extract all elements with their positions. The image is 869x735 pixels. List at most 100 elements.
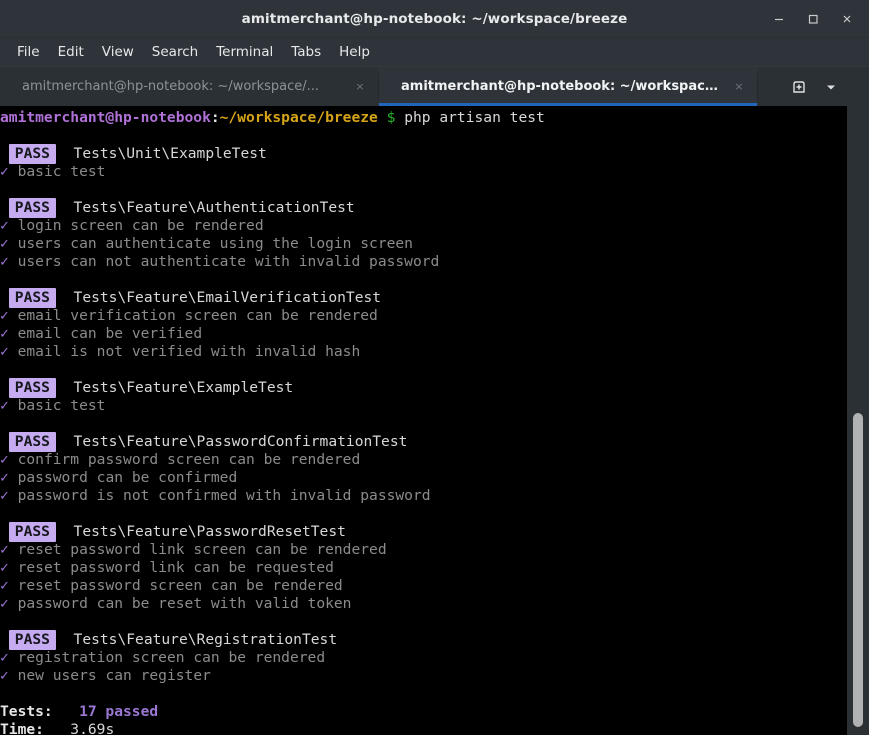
summary-label: Tests: [0, 703, 53, 720]
check-icon: ✓ [0, 253, 9, 270]
prompt-path: ~/workspace/breeze [219, 109, 378, 126]
summary-row: Tests: 17 passed [0, 703, 869, 721]
check-icon: ✓ [0, 217, 9, 234]
close-icon [843, 15, 851, 22]
terminal-scrollbar[interactable] [847, 106, 869, 735]
test-description: email can be verified [17, 325, 203, 342]
test-description: email verification screen can be rendere… [17, 307, 378, 324]
test-suite-name: Tests\Feature\PasswordConfirmationTest [73, 433, 408, 450]
tab-label: amitmerchant@hp-notebook: ~/workspace/..… [401, 79, 725, 94]
test-suite-name: Tests\Feature\EmailVerificationTest [73, 289, 382, 306]
test-result-row: ✓ reset password link screen can be rend… [0, 541, 869, 559]
test-result-row: ✓ email verification screen can be rende… [0, 307, 869, 325]
check-icon: ✓ [0, 451, 9, 468]
test-description: reset password link can be requested [17, 559, 334, 576]
terminal-body[interactable]: amitmerchant@hp-notebook:~/workspace/bre… [0, 106, 869, 735]
menu-bar: File Edit View Search Terminal Tabs Help [0, 38, 869, 66]
test-suite-name: Tests\Feature\RegistrationTest [73, 631, 338, 648]
pass-badge: PASS [8, 144, 56, 164]
pass-badge: PASS [8, 432, 56, 452]
menu-item-view[interactable]: View [93, 41, 143, 63]
check-icon: ✓ [0, 469, 9, 486]
terminal-output[interactable]: amitmerchant@hp-notebook:~/workspace/bre… [0, 106, 869, 735]
prompt-line: amitmerchant@hp-notebook:~/workspace/bre… [0, 109, 869, 127]
test-suite-name: Tests\Feature\AuthenticationTest [73, 199, 355, 216]
terminal-window: amitmerchant@hp-notebook: ~/workspace/br… [0, 0, 869, 735]
test-suite-header: PASS Tests\Feature\AuthenticationTest [0, 198, 869, 218]
test-suite-header: PASS Tests\Feature\RegistrationTest [0, 630, 869, 650]
minimize-icon [775, 18, 783, 20]
menu-item-file[interactable]: File [8, 41, 49, 63]
test-result-row: ✓ password is not confirmed with invalid… [0, 487, 869, 505]
check-icon: ✓ [0, 343, 9, 360]
pass-badge: PASS [8, 522, 56, 542]
check-icon: ✓ [0, 163, 9, 180]
menu-item-tabs[interactable]: Tabs [282, 41, 330, 63]
test-description: password can be confirmed [17, 469, 238, 486]
test-description: login screen can be rendered [17, 217, 264, 234]
test-result-row: ✓ basic test [0, 163, 869, 181]
menu-item-search[interactable]: Search [143, 41, 207, 63]
test-result-row: ✓ email is not verified with invalid has… [0, 343, 869, 361]
test-result-row: ✓ users can authenticate using the login… [0, 235, 869, 253]
pass-badge: PASS [8, 378, 56, 398]
close-button[interactable] [831, 5, 863, 33]
test-suite-header: PASS Tests\Feature\ExampleTest [0, 378, 869, 398]
check-icon: ✓ [0, 307, 9, 324]
menu-item-edit[interactable]: Edit [49, 41, 93, 63]
summary-row: Time: 3.69s [0, 721, 869, 735]
tab-label: amitmerchant@hp-notebook: ~/workspace/..… [22, 79, 320, 94]
check-icon: ✓ [0, 541, 9, 558]
test-description: reset password screen can be rendered [17, 577, 343, 594]
test-description: users can authenticate using the login s… [17, 235, 413, 252]
check-icon: ✓ [0, 559, 9, 576]
prompt-command: php artisan test [404, 109, 545, 126]
test-description: registration screen can be rendered [17, 649, 326, 666]
test-result-row: ✓ new users can register [0, 667, 869, 685]
check-icon: ✓ [0, 595, 9, 612]
test-suite-name: Tests\Feature\ExampleTest [73, 379, 294, 396]
pass-badge: PASS [8, 630, 56, 650]
summary-value: 3.69s [70, 721, 115, 735]
check-icon: ✓ [0, 235, 9, 252]
check-icon: ✓ [0, 325, 9, 342]
check-icon: ✓ [0, 397, 9, 414]
maximize-button[interactable] [797, 5, 829, 33]
test-result-row: ✓ password can be reset with valid token [0, 595, 869, 613]
prompt-colon: : [210, 109, 220, 126]
terminal-tab-1[interactable]: amitmerchant@hp-notebook: ~/workspace/..… [0, 67, 378, 106]
tab-close-icon[interactable]: × [731, 79, 747, 95]
test-suite-name: Tests\Unit\ExampleTest [73, 145, 267, 162]
test-result-row: ✓ users can not authenticate with invali… [0, 253, 869, 271]
test-result-row: ✓ basic test [0, 397, 869, 415]
tabbar-actions [758, 67, 869, 106]
test-description: password can be reset with valid token [17, 595, 352, 612]
minimize-button[interactable] [763, 5, 795, 33]
menu-item-help[interactable]: Help [330, 41, 379, 63]
test-description: reset password link screen can be render… [17, 541, 387, 558]
scrollbar-thumb[interactable] [853, 413, 863, 727]
menu-item-terminal[interactable]: Terminal [207, 41, 282, 63]
summary-value: 17 passed [79, 703, 159, 720]
test-result-row: ✓ reset password link can be requested [0, 559, 869, 577]
test-suite-header: PASS Tests\Feature\EmailVerificationTest [0, 288, 869, 308]
terminal-tab-2[interactable]: amitmerchant@hp-notebook: ~/workspace/..… [379, 67, 757, 106]
tab-bar: amitmerchant@hp-notebook: ~/workspace/..… [0, 66, 869, 106]
new-tab-button[interactable] [790, 78, 808, 96]
test-description: password is not confirmed with invalid p… [17, 487, 431, 504]
prompt-dollar: $ [386, 109, 396, 126]
window-title: amitmerchant@hp-notebook: ~/workspace/br… [241, 10, 628, 27]
tab-close-icon[interactable]: × [352, 79, 368, 95]
test-description: confirm password screen can be rendered [17, 451, 361, 468]
tab-options-button[interactable] [824, 80, 838, 94]
summary-label: Time: [0, 721, 44, 735]
check-icon: ✓ [0, 667, 9, 684]
test-suite-name: Tests\Feature\PasswordResetTest [73, 523, 346, 540]
test-result-row: ✓ confirm password screen can be rendere… [0, 451, 869, 469]
